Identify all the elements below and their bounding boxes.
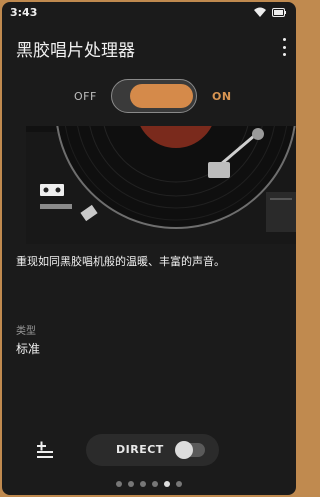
- page-dot[interactable]: [164, 481, 170, 487]
- direct-mode-pill: DIRECT: [86, 434, 219, 466]
- type-selector[interactable]: 标准: [16, 340, 40, 357]
- status-icons: [254, 7, 286, 17]
- page-title: 黑胶唱片处理器: [16, 41, 135, 61]
- playlist-add-icon[interactable]: [35, 441, 55, 461]
- direct-label: DIRECT: [116, 443, 164, 456]
- power-toggle-switch[interactable]: [111, 79, 197, 113]
- direct-toggle-knob: [175, 441, 193, 459]
- direct-toggle-switch[interactable]: [175, 441, 205, 459]
- page-dot[interactable]: [140, 481, 146, 487]
- page-dot[interactable]: [176, 481, 182, 487]
- power-toggle-knob: [130, 84, 193, 108]
- page-dot[interactable]: [116, 481, 122, 487]
- power-toggle-row: OFF ON: [2, 76, 296, 116]
- page-dot[interactable]: [152, 481, 158, 487]
- toggle-off-label: OFF: [74, 90, 97, 103]
- effect-description: 重现如同黑胶唱机般的温暖、丰富的声音。: [16, 255, 225, 268]
- toggle-on-label: ON: [212, 90, 232, 103]
- page-dot[interactable]: [128, 481, 134, 487]
- bottom-bar: DIRECT: [2, 432, 296, 468]
- type-label: 类型: [16, 326, 36, 337]
- app-window: 3:43 黑胶唱片处理器 OFF ON 重现如同黑胶唱机般的温暖、丰富的声音。 …: [0, 0, 298, 497]
- battery-icon: [272, 7, 286, 17]
- turntable-image: [26, 126, 296, 244]
- page-indicator: [2, 481, 296, 487]
- turntable-illustration: [26, 126, 296, 244]
- wifi-icon: [254, 7, 266, 17]
- status-time: 3:43: [10, 6, 38, 19]
- status-bar: 3:43: [2, 2, 296, 24]
- app-bar: 黑胶唱片处理器: [2, 26, 296, 68]
- more-vert-icon[interactable]: [280, 38, 288, 56]
